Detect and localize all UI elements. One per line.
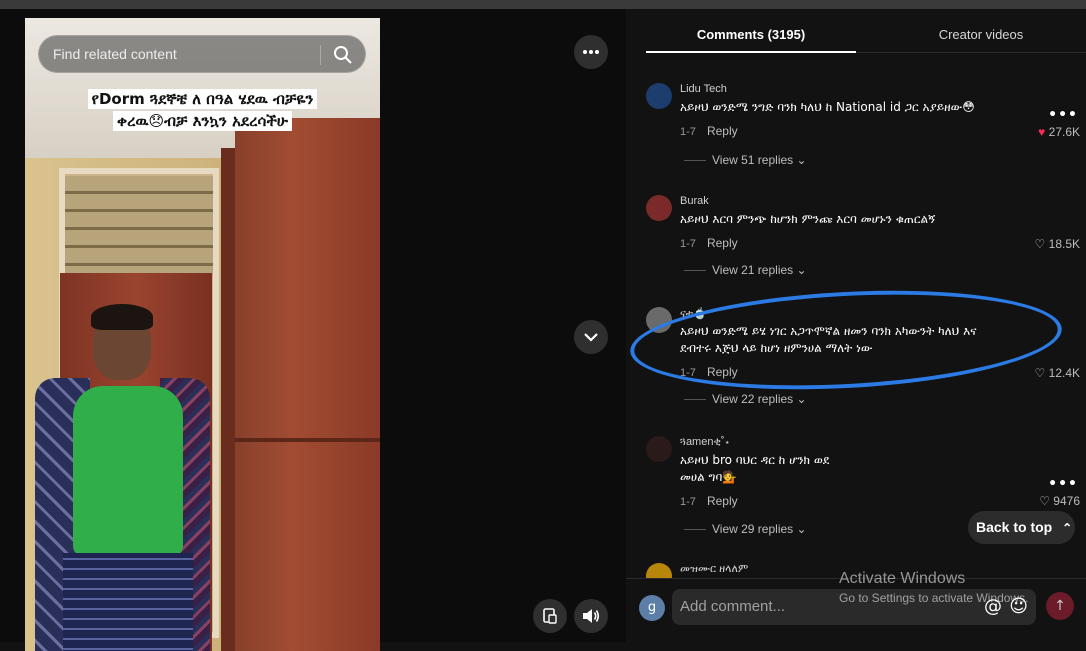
video-person xyxy=(35,304,215,651)
user-avatar[interactable]: g xyxy=(639,595,665,621)
windows-activation-watermark: Activate Windows Go to Settings to activ… xyxy=(839,570,1028,605)
reply-button[interactable]: Reply xyxy=(707,494,738,508)
view-replies-label: View 51 replies xyxy=(712,153,794,167)
chevron-down-icon: ⌄ xyxy=(796,153,807,167)
heart-filled-icon: ♥ xyxy=(1038,125,1046,139)
view-replies-button[interactable]: View 22 replies ⌄ xyxy=(684,392,807,406)
video-cabinet-edge xyxy=(221,148,235,651)
comment-text: አይዞህ ወንድሜ ንግድ ባንክ ካለህ ከ National id ጋር አ… xyxy=(680,100,975,114)
person-shirt xyxy=(73,386,183,556)
tab-creator-videos[interactable]: Creator videos xyxy=(876,9,1086,53)
video-caption: የDorm ጓደኞቼ ለ በዓል ሄደዉ ብቻዬን ቀረዉ😞ብቻ እንኳን አደ… xyxy=(85,88,320,132)
video-player[interactable]: የDorm ጓደኞቼ ለ በዓል ሄደዉ ብቻዬን ቀረዉ😞ብቻ እንኳን አደ… xyxy=(0,9,626,651)
like-button[interactable]: ♡ 18.5K xyxy=(1035,237,1080,251)
like-button[interactable]: ♡ 9476 xyxy=(1039,494,1080,508)
reply-button[interactable]: Reply xyxy=(707,124,738,138)
comment-input-placeholder[interactable]: Add comment... xyxy=(680,598,785,615)
like-count: 18.5K xyxy=(1048,237,1080,251)
chevron-down-icon: ⌄ xyxy=(796,263,807,277)
chevron-down-icon xyxy=(584,333,598,342)
like-button[interactable]: ♥ 27.6K xyxy=(1038,125,1080,139)
reply-button[interactable]: Reply xyxy=(707,236,738,250)
comment-more-icon[interactable]: ••• xyxy=(1048,107,1078,123)
send-button[interactable]: ↑ xyxy=(1046,592,1074,620)
chevron-down-icon: ⌄ xyxy=(796,392,807,406)
view-replies-button[interactable]: View 29 replies ⌄ xyxy=(684,522,807,536)
comment-meta: 1-7 Reply xyxy=(680,494,738,508)
chevron-up-icon: ⌃ xyxy=(1062,521,1073,535)
view-replies-label: View 22 replies xyxy=(712,392,794,406)
volume-button[interactable] xyxy=(574,599,608,633)
watermark-subtitle: Go to Settings to activate Windows. xyxy=(839,591,1029,605)
search-icon[interactable] xyxy=(333,45,353,65)
tab-comments[interactable]: Comments (3195) xyxy=(646,9,856,53)
view-replies-label: View 29 replies xyxy=(712,522,794,536)
like-count: 27.6K xyxy=(1048,125,1080,139)
search-placeholder[interactable]: Find related content xyxy=(53,46,177,62)
like-count: 12.4K xyxy=(1048,366,1080,380)
view-replies-button[interactable]: View 21 replies ⌄ xyxy=(684,263,807,277)
comment-date: 1-7 xyxy=(680,126,696,138)
avatar[interactable] xyxy=(646,195,672,221)
heart-outline-icon: ♡ xyxy=(1034,366,1046,380)
avatar[interactable] xyxy=(646,436,672,462)
comment-username[interactable]: Burak xyxy=(680,195,709,207)
back-to-top-button[interactable]: Back to top ⌃ xyxy=(968,511,1075,544)
view-replies-button[interactable]: View 51 replies ⌄ xyxy=(684,153,807,167)
view-replies-label: View 21 replies xyxy=(712,263,794,277)
next-video-button[interactable] xyxy=(574,320,608,354)
comment-more-icon[interactable]: ••• xyxy=(1048,476,1078,492)
video-frame[interactable]: የDorm ጓደኞቼ ለ በዓል ሄደዉ ብቻዬን ቀረዉ😞ብቻ እንኳን አደ… xyxy=(25,18,380,651)
comment-date: 1-7 xyxy=(680,496,696,508)
comment-meta: 1-7 Reply xyxy=(680,236,738,250)
captions-icon xyxy=(543,608,557,624)
comment-username[interactable]: Lidu Tech xyxy=(680,83,727,95)
replies-line xyxy=(684,529,706,531)
video-caption-text: የDorm ጓደኞቼ ለ በዓል ሄደዉ ብቻዬን ቀረዉ😞ብቻ እንኳን አደ… xyxy=(87,89,318,131)
panel-tabs: Comments (3195) Creator videos xyxy=(646,9,1086,53)
replies-line xyxy=(684,399,706,401)
volume-icon xyxy=(583,609,600,623)
search-divider xyxy=(320,45,321,65)
chevron-down-icon: ⌄ xyxy=(796,522,807,536)
replies-line xyxy=(684,160,706,162)
search-bar[interactable]: Find related content xyxy=(38,35,366,73)
captions-button[interactable] xyxy=(533,599,567,633)
watermark-title: Activate Windows xyxy=(839,570,966,587)
replies-line xyxy=(684,270,706,272)
comment-text: አይዞህ bro ባህር ዳር ከ ሆንክ ወደ መሀል ግባ💁 xyxy=(680,453,830,484)
back-to-top-label: Back to top xyxy=(976,519,1053,535)
comment-username[interactable]: መዝሙር ዘላለም xyxy=(680,563,748,576)
comment-username[interactable]: ጓamenቂ˚⋆ xyxy=(680,436,730,449)
avatar[interactable] xyxy=(646,83,672,109)
more-icon xyxy=(583,50,599,54)
more-button[interactable] xyxy=(574,35,608,69)
person-hair xyxy=(91,304,153,330)
video-cabinet xyxy=(235,118,380,651)
comment-meta: 1-7 Reply xyxy=(680,124,738,138)
person-wrap xyxy=(63,553,193,651)
like-count: 9476 xyxy=(1053,494,1080,508)
video-cabinet-divider xyxy=(235,438,380,442)
heart-outline-icon: ♡ xyxy=(1039,494,1050,508)
video-bricks xyxy=(65,176,213,276)
heart-outline-icon: ♡ xyxy=(1034,237,1046,251)
window-top-bar xyxy=(0,0,1086,9)
like-button[interactable]: ♡ 12.4K xyxy=(1035,366,1080,380)
comment-date: 1-7 xyxy=(680,238,696,250)
comment-text: አይዞህ እርባ ምንጭ ከሆንክ ምንጩ እርባ መሆኑን ቁጠርልኝ xyxy=(680,212,936,226)
